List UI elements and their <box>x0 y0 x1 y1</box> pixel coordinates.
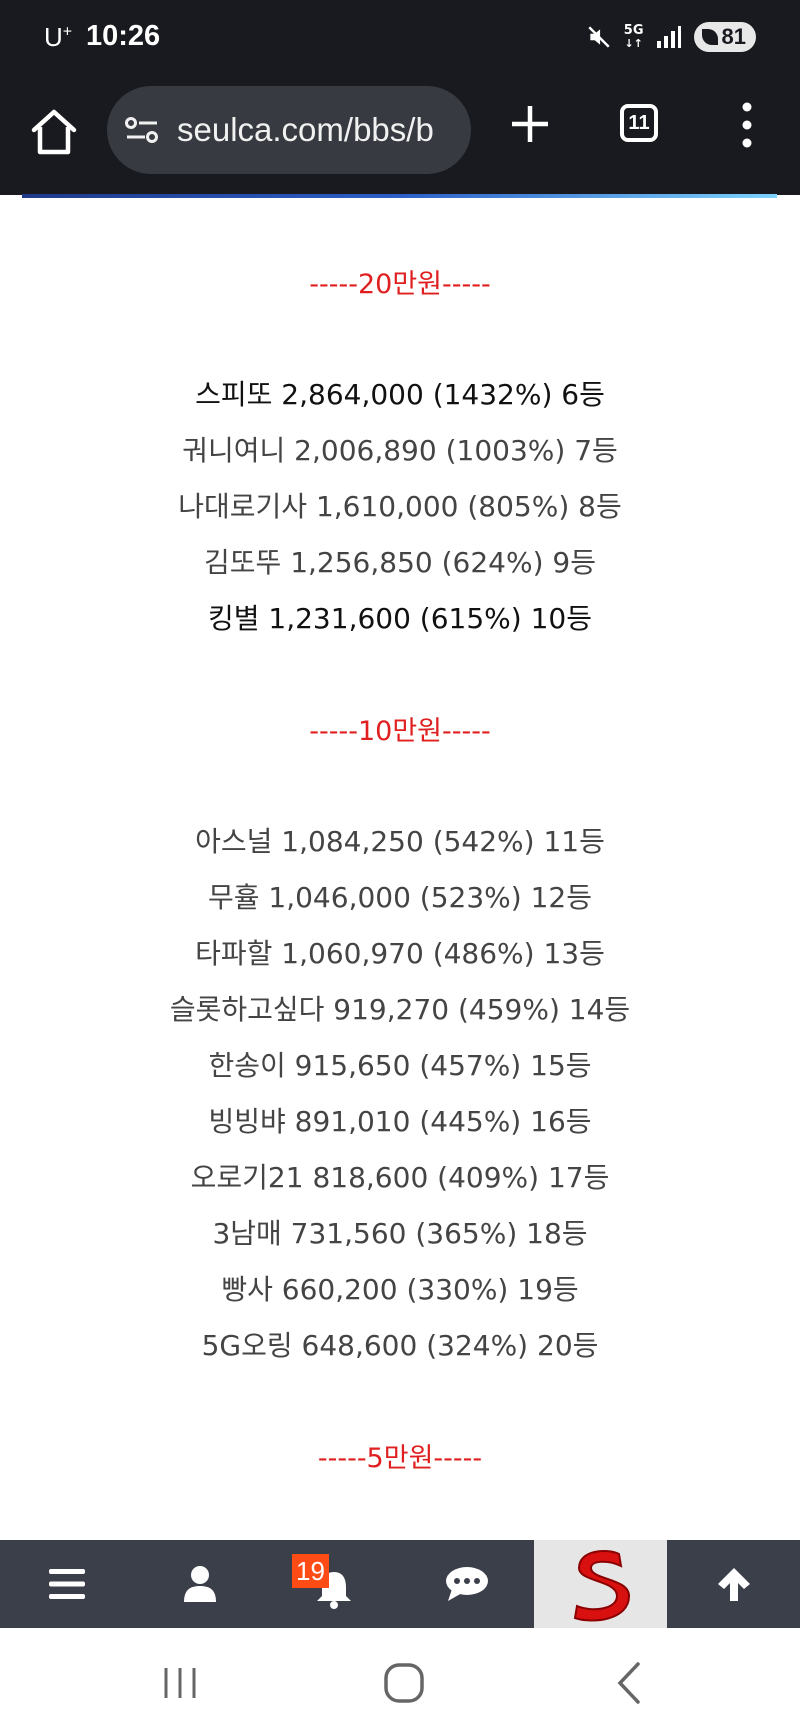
signal-icon <box>656 26 681 48</box>
site-settings-icon[interactable] <box>125 116 159 144</box>
network-type: 5G ↓↑ <box>623 23 644 50</box>
leaf-icon <box>701 29 718 45</box>
section-header-50k: -----5만원----- <box>317 1443 483 1474</box>
chat-icon <box>445 1567 488 1601</box>
list-item: 오로기21 818,600 (409%) 17등 <box>190 1161 610 1194</box>
menu-icon <box>48 1569 85 1599</box>
chat-button[interactable] <box>400 1540 533 1628</box>
section-header-200k: -----20만원----- <box>309 269 491 300</box>
new-tab-icon[interactable] <box>508 102 552 146</box>
list-item: 빵사 660,200 (330%) 19등 <box>221 1273 579 1306</box>
site-bottom-nav: 19 <box>0 1540 800 1628</box>
page-accent-line <box>22 194 777 198</box>
carrier-label: U+ <box>44 22 73 52</box>
home-nav-icon[interactable] <box>379 1658 429 1708</box>
list-item: 궈니여니 2,006,890 (1003%) 7등 <box>182 434 618 467</box>
list-item: 5G오링 648,600 (324%) 20등 <box>201 1329 599 1362</box>
home-icon[interactable] <box>28 106 80 158</box>
site-logo <box>573 1550 630 1622</box>
list-item: 킹별 1,231,600 (615%) 10등 <box>207 602 592 635</box>
list-item: 나대로기사 1,610,000 (805%) 8등 <box>178 490 622 523</box>
section-header-100k: -----10만원----- <box>309 716 491 747</box>
notification-badge: 19 <box>292 1554 329 1588</box>
menu-button[interactable] <box>0 1540 133 1628</box>
back-icon[interactable] <box>604 1658 654 1708</box>
more-menu-icon[interactable] <box>734 100 760 150</box>
mute-icon <box>588 26 610 48</box>
user-icon <box>183 1566 216 1602</box>
list-item: 타파할 1,060,970 (486%) 13등 <box>195 937 605 970</box>
list-item: 스피또 2,864,000 (1432%) 6등 <box>195 378 605 411</box>
browser-toolbar: seulca.com/bbs/b 11 <box>0 80 800 195</box>
profile-button[interactable] <box>133 1540 266 1628</box>
list-item: 한송이 915,650 (457%) 15등 <box>208 1049 592 1082</box>
battery-indicator: 81 <box>693 22 756 52</box>
post-content: -----20만원----- 스피또 2,864,000 (1432%) 6등 … <box>0 200 800 1540</box>
list-item: 슬롯하고싶다 919,270 (459%) 14등 <box>169 993 631 1026</box>
status-icons: 5G ↓↑ 81 <box>586 22 756 52</box>
status-time: 10:26 <box>86 20 161 52</box>
list-item: 무휼 1,046,000 (523%) 12등 <box>207 881 592 914</box>
arrow-up-icon <box>717 1568 750 1601</box>
tab-switcher-button[interactable]: 11 <box>620 104 658 142</box>
list-item: 빙빙뱌 891,010 (445%) 16등 <box>208 1105 592 1138</box>
list-item: 아스널 1,084,250 (542%) 11등 <box>195 825 605 858</box>
site-logo-button[interactable] <box>534 1540 667 1628</box>
list-item: 김또뚜 1,256,850 (624%) 9등 <box>204 546 596 579</box>
recent-apps-icon[interactable] <box>155 1658 205 1708</box>
list-item: 3남매 731,560 (365%) 18등 <box>212 1217 588 1250</box>
system-nav-bar <box>0 1628 800 1734</box>
notifications-button[interactable] <box>267 1540 400 1628</box>
url-text[interactable]: seulca.com/bbs/b <box>177 111 434 149</box>
status-bar: U+ 10:26 5G ↓↑ 81 <box>0 0 800 80</box>
address-bar[interactable]: seulca.com/bbs/b <box>107 86 471 174</box>
battery-level: 81 <box>721 24 746 49</box>
scroll-top-button[interactable] <box>667 1540 800 1628</box>
